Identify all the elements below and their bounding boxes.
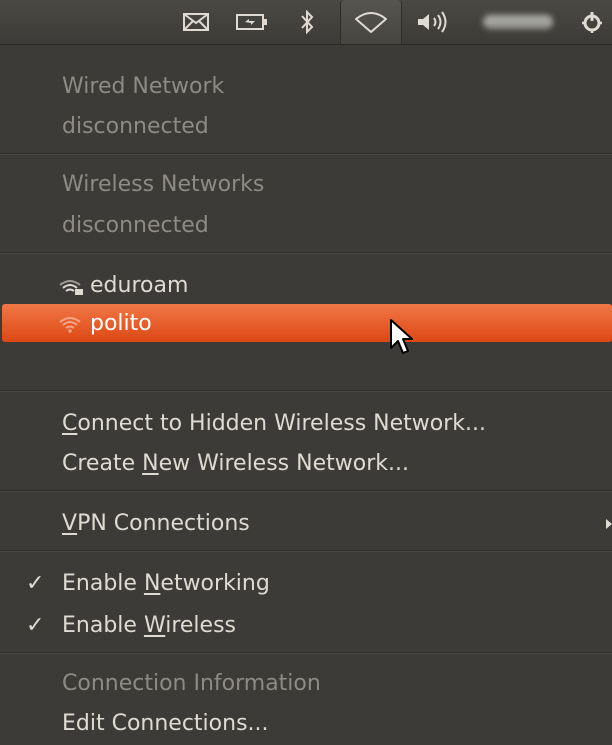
wired-network-status: disconnected xyxy=(62,114,209,139)
wireless-networks-title: Wireless Networks xyxy=(62,172,265,197)
enable-networking-item[interactable]: ✓ Enable Networking xyxy=(0,564,612,604)
submenu-arrow-icon xyxy=(606,519,612,529)
separator xyxy=(0,652,612,653)
vpn-connections-item[interactable]: VPN Connections xyxy=(0,504,612,544)
mouse-cursor-icon xyxy=(390,319,413,354)
checkmark-icon: ✓ xyxy=(26,571,45,596)
network-item-polito[interactable]: polito xyxy=(0,304,612,344)
network-menu: Wired Network disconnected Wireless Netw… xyxy=(0,45,612,745)
separator xyxy=(0,390,612,391)
network-item-eduroam[interactable]: eduroam xyxy=(0,266,612,306)
network-name: polito xyxy=(90,311,152,336)
mail-icon[interactable] xyxy=(176,0,216,44)
connection-information-item: Connection Information xyxy=(62,671,321,696)
battery-icon[interactable] xyxy=(232,0,272,44)
connect-hidden-network-item[interactable]: Connect to Hidden Wireless Network... xyxy=(0,404,612,444)
edit-connections-item[interactable]: Edit Connections... xyxy=(0,704,612,744)
wired-network-title: Wired Network xyxy=(62,74,225,99)
wifi-signal-locked-icon xyxy=(59,280,83,295)
separator xyxy=(0,252,612,253)
user-name-blurred[interactable] xyxy=(476,0,560,44)
separator xyxy=(0,490,612,491)
network-name: eduroam xyxy=(90,273,189,298)
enable-wireless-item[interactable]: ✓ Enable Wireless xyxy=(0,606,612,646)
top-panel xyxy=(0,0,612,45)
wireless-icon[interactable] xyxy=(340,0,402,44)
create-new-network-item[interactable]: Create New Wireless Network... xyxy=(0,444,612,484)
separator xyxy=(0,550,612,551)
checkmark-icon: ✓ xyxy=(26,613,45,638)
volume-icon[interactable] xyxy=(412,0,456,44)
wireless-networks-status: disconnected xyxy=(62,213,209,238)
separator xyxy=(0,153,612,154)
wifi-signal-icon xyxy=(59,317,81,333)
bluetooth-icon[interactable] xyxy=(292,0,322,44)
power-icon[interactable] xyxy=(574,0,610,44)
